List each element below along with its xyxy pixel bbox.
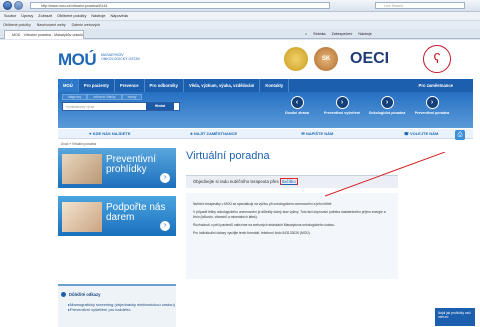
promo-donate[interactable]: Podpořte nás darem › bbox=[58, 196, 176, 236]
paragraph: Pro individuální dotazy využijte tento f… bbox=[193, 231, 311, 236]
header: MOÚ MASARYKŮV ONKOLOGICKÝ ÚSTAV SK OECI … bbox=[0, 40, 480, 78]
order-link[interactable]: tlačítko bbox=[279, 178, 298, 185]
paragraph: V případě léčby onkologického onemocnění… bbox=[193, 210, 386, 219]
nav-contacts[interactable]: Kontakty bbox=[260, 79, 290, 92]
quick-link-label: Úvodní strana bbox=[285, 111, 309, 115]
search-band: diagnózy odborné články osoby Vyhledávan… bbox=[58, 92, 473, 128]
left-column: Preventivní prohlídky › Podpořte nás dar… bbox=[58, 148, 178, 327]
chevron-right-icon: › bbox=[380, 96, 394, 109]
lead-text: Objednejte si radu nutričního terapeuta … bbox=[193, 179, 279, 184]
page-title: Virtuální poradna bbox=[186, 150, 270, 162]
search-tab-diagnoses[interactable]: diagnózy bbox=[62, 94, 88, 100]
breadcrumb: Úvod » Virtuální poradna bbox=[61, 142, 97, 146]
browser-tab[interactable]: MOÚ - Virtuální poradna - Masarykův onko… bbox=[4, 30, 84, 39]
favorites-bar: Oblíbené položky Navrhované weby Galerie… bbox=[0, 20, 480, 29]
menu-item[interactable]: Nástroje bbox=[91, 12, 105, 20]
site-logo-subtitle: MASARYKŮV ONKOLOGICKÝ ÚSTAV bbox=[101, 53, 141, 62]
promo-title: Podpořte nás darem bbox=[106, 202, 166, 223]
search-tabs: diagnózy odborné články osoby bbox=[62, 94, 143, 100]
quick-link-label: Preventivní vyšetření bbox=[323, 111, 361, 115]
menu-bar: Soubor Úpravy Zobrazit Oblíbené položky … bbox=[0, 12, 480, 20]
promo-photo bbox=[62, 202, 102, 232]
home-icon[interactable]: ⌂ bbox=[305, 31, 307, 38]
site-logo[interactable]: MOÚ bbox=[58, 50, 97, 70]
browser-window: http://www.mou.cz/virtualni-poradna/t116… bbox=[0, 0, 480, 327]
subnav-label: KDE NÁS NAJDETE bbox=[92, 131, 131, 136]
search-tab-articles[interactable]: odborné články bbox=[87, 94, 122, 100]
search-tab-people[interactable]: osoby bbox=[121, 94, 143, 100]
award-seal-icon bbox=[284, 47, 308, 71]
important-links-box: Důležité odkazy Mamografický screening (… bbox=[58, 284, 176, 327]
subnav-find-staff[interactable]: ♣ NAJÍT ZAMĚSTNANCE bbox=[162, 129, 266, 138]
quick-link-label: Preventivní poradna bbox=[414, 111, 450, 115]
nav-prevention[interactable]: Prevence bbox=[115, 79, 145, 92]
bullet-icon bbox=[61, 292, 66, 297]
important-link[interactable]: Preventivní vyšetření pro každého bbox=[68, 307, 175, 312]
secondary-navigation: ♥ KDE NÁS NAJDETE ♣ NAJÍT ZAMĚSTNANCE ✉ … bbox=[58, 129, 473, 139]
site-search-button[interactable]: Hledat bbox=[146, 103, 174, 110]
menu-item[interactable]: Nápověda bbox=[110, 12, 127, 20]
subnav-label: NAPIŠTE NÁM bbox=[305, 131, 334, 136]
tool-page[interactable]: Stránka bbox=[313, 31, 325, 38]
subnav-label: VOLEJTE NÁM bbox=[409, 131, 439, 136]
aside-box[interactable]: Najdi jak prohlídky vaší nemoci bbox=[435, 308, 475, 326]
menu-item[interactable]: Zobrazit bbox=[38, 12, 52, 20]
tool-tools[interactable]: Nástroje bbox=[358, 31, 371, 38]
annotation-line bbox=[325, 152, 445, 197]
web-page: MOÚ MASARYKŮV ONKOLOGICKÝ ÚSTAV SK OECI … bbox=[0, 40, 480, 327]
tool-security[interactable]: Zabezpečení bbox=[332, 31, 353, 38]
tab-bar: MOÚ - Virtuální poradna - Masarykův onko… bbox=[0, 29, 480, 39]
certification-seal-icon: SK bbox=[314, 47, 338, 71]
chevron-right-icon: › bbox=[335, 96, 349, 109]
back-button-icon[interactable] bbox=[3, 1, 12, 10]
nav-professionals[interactable]: Pro odborníky bbox=[145, 79, 184, 92]
command-bar: ⌂ Stránka Zabezpečení Nástroje bbox=[305, 31, 372, 38]
menu-item[interactable]: Oblíbené položky bbox=[57, 12, 86, 20]
oeci-logo: OECI bbox=[350, 50, 390, 67]
chevron-right-icon: › bbox=[425, 96, 439, 109]
cancer-ribbon-icon: ʕ bbox=[423, 45, 451, 73]
quick-link-label: Onkologická poradna bbox=[368, 111, 406, 115]
forward-button-icon[interactable] bbox=[14, 1, 23, 10]
menu-item[interactable]: Úpravy bbox=[21, 12, 33, 20]
favorites-item[interactable]: Galerie webových bbox=[72, 21, 101, 29]
nav-science[interactable]: Věda, výzkum, výuka, vzdělávání bbox=[184, 79, 261, 92]
text-block: Nutriční terapeutky v MOÚ se specializuj… bbox=[186, 193, 398, 279]
paragraph: Nutriční terapeutky v MOÚ se specializuj… bbox=[193, 202, 333, 206]
main-navigation: MOÚ Pro pacienty Prevence Pro odborníky … bbox=[58, 79, 473, 92]
quick-link-home[interactable]: ‹ Úvodní strana bbox=[276, 96, 318, 115]
subnav-label: NAJÍT ZAMĚSTNANCE bbox=[193, 131, 238, 136]
url-field[interactable]: http://www.mou.cz/virtualni-poradna/t116… bbox=[30, 2, 330, 9]
favorites-item[interactable]: Oblíbené položky bbox=[3, 21, 31, 29]
paragraph: Rozhodnutí o péči pacientů nabízíme na w… bbox=[193, 222, 336, 227]
subnav-find-us[interactable]: ♥ KDE NÁS NAJDETE bbox=[58, 129, 162, 138]
nav-employees[interactable]: Pro zaměstnance bbox=[419, 83, 473, 88]
arrow-right-icon[interactable]: › bbox=[160, 173, 170, 183]
print-icon[interactable]: ⎙ bbox=[455, 130, 465, 140]
chevron-left-icon: ‹ bbox=[290, 96, 304, 109]
arrow-right-icon[interactable]: › bbox=[160, 221, 170, 231]
favorites-item[interactable]: Navrhované weby bbox=[37, 21, 66, 29]
quick-link-oncology[interactable]: › Onkologická poradna bbox=[366, 96, 408, 115]
browser-search-field[interactable]: Live Search bbox=[375, 2, 465, 9]
quick-link-preventive[interactable]: › Preventivní poradna bbox=[411, 96, 453, 115]
nav-patients[interactable]: Pro pacienty bbox=[79, 79, 115, 92]
menu-item[interactable]: Soubor bbox=[4, 12, 16, 20]
important-links-title: Důležité odkazy bbox=[69, 292, 101, 297]
nav-mou[interactable]: MOÚ bbox=[58, 79, 79, 92]
subnav-write-us[interactable]: ✉ NAPIŠTE NÁM bbox=[266, 129, 370, 138]
promo-photo bbox=[62, 154, 102, 184]
promo-title: Preventivní prohlídky bbox=[106, 154, 157, 175]
address-bar-row: http://www.mou.cz/virtualni-poradna/t116… bbox=[0, 0, 480, 12]
promo-prevention[interactable]: Preventivní prohlídky › bbox=[58, 148, 176, 188]
quick-link-prevention[interactable]: › Preventivní vyšetření bbox=[321, 96, 363, 115]
